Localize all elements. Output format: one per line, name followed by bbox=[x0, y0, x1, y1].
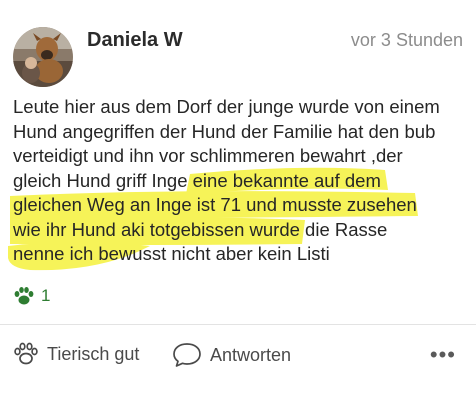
reply-button[interactable]: Antworten bbox=[172, 342, 291, 368]
post-body: Leute hier aus dem Dorf der junge wurde … bbox=[13, 95, 476, 267]
reaction-summary[interactable]: 1 bbox=[13, 286, 50, 306]
post-body-line: nenne ich bewusst nicht aber kein Listi bbox=[13, 243, 330, 264]
avatar[interactable] bbox=[13, 27, 73, 87]
paw-outline-icon bbox=[14, 342, 38, 365]
paw-icon bbox=[14, 287, 34, 305]
like-button-label: Tierisch gut bbox=[47, 343, 140, 364]
post-body-line: wie ihr Hund aki totgebissen wurde die R… bbox=[13, 218, 388, 240]
author-name[interactable]: Daniela W bbox=[87, 29, 183, 52]
post-body-line: gleichen Weg an Inge ist 71 und musste z… bbox=[13, 194, 417, 215]
post-body-line: Leute hier aus dem Dorf der junge wurde … bbox=[13, 96, 440, 117]
avatar-image bbox=[13, 27, 73, 87]
reply-button-label: Antworten bbox=[210, 344, 292, 365]
speech-bubble-icon bbox=[173, 343, 201, 367]
post-timestamp: vor 3 Stunden bbox=[350, 30, 463, 50]
divider bbox=[0, 324, 476, 325]
post-card: Daniela W vor 3 Stunden Leute hier aus d… bbox=[0, 0, 476, 400]
post-body-line: Hund angegriffen der Hund der Familie ha… bbox=[13, 120, 436, 142]
post-body-line: verteidigt und ihn vor schlimmeren bewah… bbox=[13, 145, 403, 166]
post-body-line: gleich Hund griff Inge eine bekannte auf… bbox=[13, 169, 381, 191]
like-button[interactable]: Tierisch gut bbox=[13, 342, 139, 366]
more-options-button[interactable]: ••• bbox=[430, 344, 456, 366]
reaction-count: 1 bbox=[41, 286, 51, 305]
